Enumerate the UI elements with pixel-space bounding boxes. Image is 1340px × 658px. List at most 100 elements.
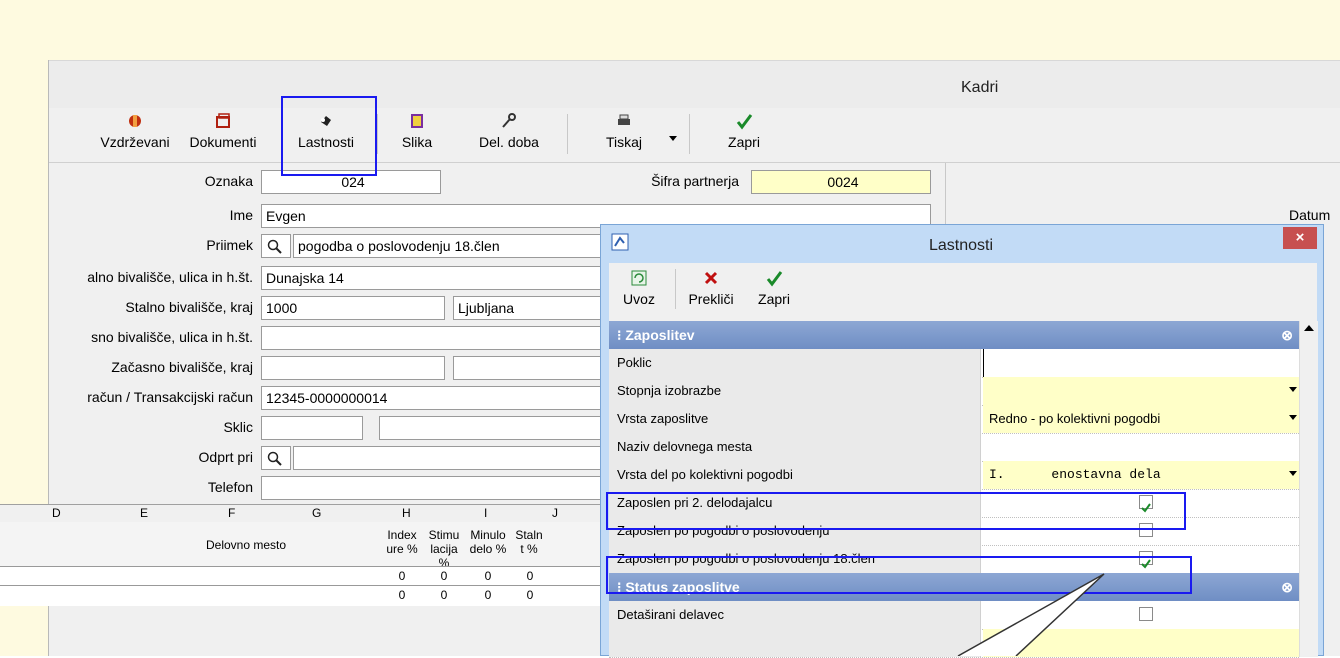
- datum-label: Datum: [1289, 207, 1331, 223]
- chevron-down-icon[interactable]: [1289, 415, 1297, 420]
- table-cell: 0: [440, 569, 448, 583]
- prop-value-text: Redno - po kolektivni pogodbi: [989, 411, 1161, 426]
- prop-value[interactable]: I. enostavna dela: [983, 461, 1299, 489]
- del-doba-button[interactable]: Del. doba: [469, 110, 549, 158]
- cross-icon: [704, 271, 718, 285]
- grid-col-g[interactable]: G: [312, 506, 321, 520]
- lastnosti-highlight: [281, 96, 377, 176]
- prop-value-text: I. enostavna dela: [989, 467, 1161, 482]
- prop-row-vrsta-zaposlitve[interactable]: Vrsta zaposlitve Redno - po kolektivni p…: [609, 405, 1299, 434]
- table-row[interactable]: 0 0 0 0: [0, 566, 600, 586]
- del-doba-label: Del. doba: [479, 134, 539, 150]
- slika-button[interactable]: Slika: [387, 110, 447, 158]
- uvoz-button[interactable]: Uvoz: [617, 267, 661, 315]
- prop-row-naziv-delovnega-mesta[interactable]: Naziv delovnega mesta: [609, 433, 1299, 462]
- chevron-down-icon[interactable]: [1289, 471, 1297, 476]
- table-cell: 0: [440, 588, 448, 602]
- slika-label: Slika: [401, 134, 433, 150]
- documents-icon: [216, 113, 230, 128]
- close-icon: ×: [1295, 229, 1305, 246]
- vertical-scrollbar[interactable]: [1299, 321, 1318, 657]
- oznaka-label: Oznaka: [204, 173, 253, 189]
- prop-name: Poklic: [609, 349, 981, 377]
- table-cell: 0: [526, 569, 534, 583]
- grid-header-delovno-mesto: Delovno mesto: [206, 538, 287, 552]
- scroll-up-icon[interactable]: [1304, 325, 1314, 331]
- dialog-toolbar: Uvoz Prekliči Zapri: [609, 263, 1317, 321]
- sklic-label: Sklic: [223, 419, 253, 435]
- odprt-field[interactable]: [293, 446, 653, 470]
- app-icon: [611, 233, 629, 251]
- preklici-label: Prekliči: [688, 291, 734, 307]
- table-cell: 0: [398, 569, 406, 583]
- checkbox-unchecked[interactable]: [1139, 607, 1153, 621]
- zacasno-posta-field[interactable]: [261, 356, 445, 380]
- prop-name: Detaširani delavec: [609, 601, 981, 629]
- dialog-titlebar: Lastnosti ×: [601, 225, 1323, 263]
- prop-value[interactable]: [983, 349, 1299, 377]
- grid-col-h[interactable]: H: [402, 506, 411, 520]
- vzdrzevani-label: Vzdrževani: [100, 134, 170, 150]
- checkmark-icon: [736, 114, 753, 130]
- prop-row-poklic[interactable]: Poklic: [609, 349, 1299, 378]
- prop-value[interactable]: [983, 601, 1299, 629]
- picture-icon: [411, 114, 423, 128]
- zapri-button[interactable]: Zapri: [709, 110, 779, 158]
- prop-row-stopnja-izobrazbe[interactable]: Stopnja izobrazbe: [609, 377, 1299, 406]
- prop-name: Naziv delovnega mesta: [609, 433, 981, 461]
- highlight-zaposlen-poslovodenje-18: [606, 556, 1192, 594]
- grid-col-d[interactable]: D: [52, 506, 61, 520]
- prop-value[interactable]: Redno - po kolektivni pogodbi: [983, 405, 1299, 433]
- dialog-zapri-button[interactable]: Zapri: [749, 267, 799, 315]
- tiskaj-button[interactable]: Tiskaj: [589, 110, 659, 158]
- zacasno-kraj-label: Začasno bivališče, kraj: [111, 359, 253, 375]
- search-icon: [267, 452, 282, 467]
- prop-name: Vrsta zaposlitve: [609, 405, 981, 433]
- sklic-model-field[interactable]: [261, 416, 363, 440]
- preklici-button[interactable]: Prekliči: [681, 267, 741, 315]
- grid-col-f[interactable]: F: [228, 506, 235, 520]
- ime-label: Ime: [229, 207, 253, 223]
- key-icon: [502, 113, 516, 128]
- highlight-zaposlen-2-delodajalec: [606, 492, 1186, 530]
- close-button[interactable]: ×: [1283, 227, 1317, 249]
- priimek-search-button[interactable]: [261, 234, 291, 258]
- search-icon: [267, 240, 282, 255]
- toolbar-divider: [567, 114, 568, 154]
- section-zaposlitev[interactable]: ⁝ Zaposlitev ⊗: [609, 321, 1299, 349]
- prop-value[interactable]: [983, 377, 1299, 405]
- zacasno-ulica-label: sno bivališče, ulica in h.št.: [91, 329, 253, 345]
- stalno-ulica-label: alno bivališče, ulica in h.št.: [87, 269, 253, 285]
- grid-column-header: D E F G H I J: [0, 504, 600, 524]
- chevron-down-icon[interactable]: [1289, 387, 1297, 392]
- main-toolbar: Vzdrževani Dokumenti Lastnosti Slika Del…: [49, 108, 1340, 163]
- prop-row-vrsta-del[interactable]: Vrsta del po kolektivni pogodbi I. enost…: [609, 461, 1299, 490]
- prop-value[interactable]: [983, 629, 1299, 657]
- prop-value[interactable]: [983, 433, 1299, 461]
- grid-col-i[interactable]: I: [484, 506, 487, 520]
- dialog-zapri-label: Zapri: [758, 291, 790, 307]
- odprt-label: Odprt pri: [198, 449, 253, 465]
- dokumenti-button[interactable]: Dokumenti: [183, 110, 263, 158]
- checkmark-icon: [766, 271, 783, 287]
- sifra-partnerja-field[interactable]: 0024: [751, 170, 931, 194]
- grid-col-e[interactable]: E: [140, 506, 148, 520]
- table-row[interactable]: 0 0 0 0: [0, 586, 600, 604]
- table-cell: 0: [484, 569, 492, 583]
- grid-header-index-ure: Index ure %: [386, 528, 418, 556]
- prop-row-detasirani[interactable]: Detaširani delavec: [609, 601, 1299, 630]
- collapse-icon[interactable]: ⊗: [1281, 321, 1293, 349]
- vzdrzevani-button[interactable]: Vzdrževani: [89, 110, 181, 158]
- prop-name: [609, 629, 981, 657]
- priimek-label: Priimek: [206, 237, 253, 253]
- chevron-down-icon: [669, 136, 677, 141]
- tiskaj-dropdown[interactable]: [663, 128, 683, 148]
- odprt-search-button[interactable]: [261, 446, 291, 470]
- grid-col-j[interactable]: J: [552, 506, 558, 520]
- priimek-field[interactable]: pogodba o poslovodenju 18.člen: [293, 234, 653, 258]
- collapse-icon[interactable]: ⊗: [1281, 573, 1293, 601]
- toolbar-divider: [689, 114, 690, 154]
- grid-header-minulo-delo: Minulo delo %: [469, 528, 507, 556]
- prop-row-partial[interactable]: [609, 629, 1299, 658]
- stalno-posta-field[interactable]: 1000: [261, 296, 445, 320]
